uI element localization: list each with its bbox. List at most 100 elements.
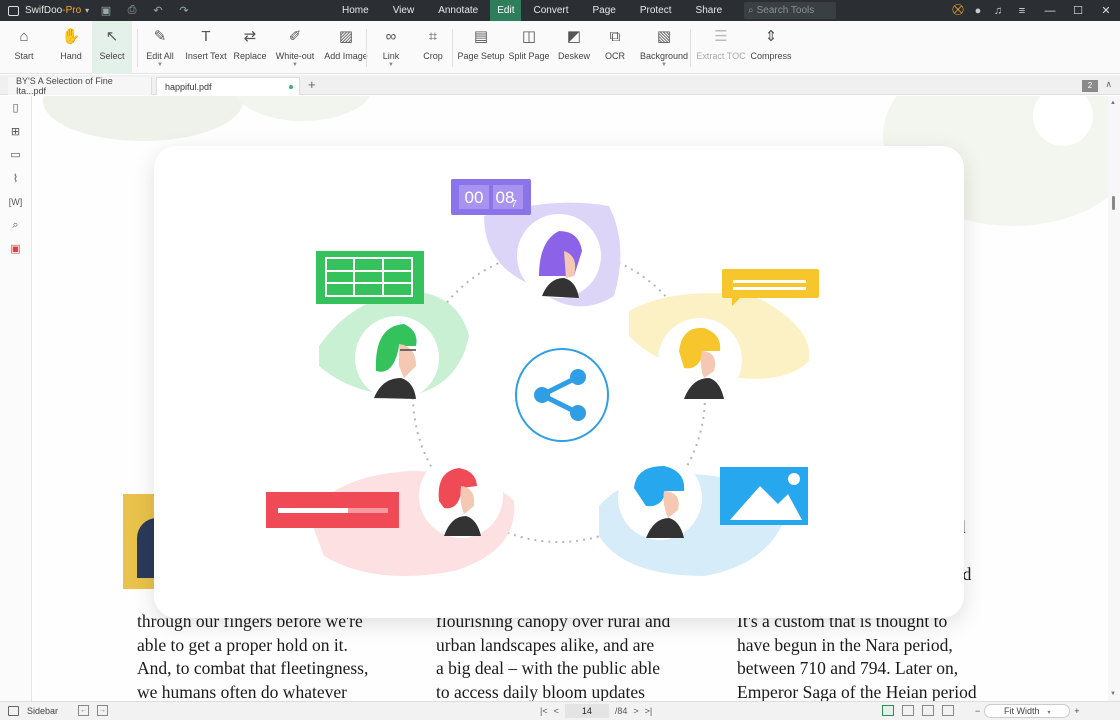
bookmark-icon[interactable]: ▯: [0, 96, 31, 120]
chevron-down-icon[interactable]: ▼: [292, 62, 298, 68]
next-view-icon[interactable]: →: [97, 705, 109, 716]
single-page-view-icon[interactable]: [882, 705, 894, 716]
menu-home[interactable]: Home: [330, 0, 381, 21]
new-tab-button[interactable]: +: [308, 77, 316, 92]
double-page-view-icon[interactable]: [902, 705, 914, 716]
progress-widget: [266, 492, 399, 528]
tab-label: BY'S A Selection of Fine Ita...pdf: [16, 76, 113, 96]
menu-convert[interactable]: Convert: [521, 0, 580, 21]
crop-button[interactable]: ⌗ Crop: [418, 21, 448, 74]
insert-text-button[interactable]: T Insert Text: [184, 21, 228, 74]
edit-all-button[interactable]: ✎ Edit All ▼: [142, 21, 178, 74]
total-pages: /84: [614, 706, 628, 716]
ocr-button[interactable]: ⧉ OCR: [600, 21, 630, 74]
chevron-down-icon[interactable]: ▼: [157, 62, 163, 68]
text-line: have begun in the Nara period,: [737, 634, 953, 655]
chevron-down-icon[interactable]: ▼: [388, 62, 394, 68]
search-icon[interactable]: ⌕: [0, 214, 31, 238]
menu-icon[interactable]: ≡: [1008, 5, 1036, 17]
text-line: to access daily bloom updates: [436, 681, 645, 702]
page-number-input[interactable]: 14: [564, 704, 609, 718]
chat-bubble-widget: [722, 269, 819, 306]
app-logo-icon: [8, 5, 19, 16]
maximize-icon[interactable]: ☐: [1064, 4, 1092, 17]
tab-document-1[interactable]: BY'S A Selection of Fine Ita...pdf: [8, 76, 152, 96]
start-button[interactable]: ⌂ Start: [8, 21, 40, 74]
bell-icon[interactable]: ♫: [988, 5, 1008, 17]
zoom-in-icon[interactable]: +: [1074, 706, 1079, 716]
comment-icon[interactable]: ▭: [0, 143, 31, 167]
split-page-button[interactable]: ◫ Split Page: [508, 21, 550, 74]
select-button[interactable]: ↖ Select: [92, 21, 132, 74]
last-page-icon[interactable]: >|: [645, 706, 653, 716]
vertical-scrollbar[interactable]: ▲ ▼: [1108, 96, 1120, 701]
text-column-3: It's a custom that is thought to have be…: [737, 610, 977, 701]
replace-button[interactable]: ⇄ Replace: [232, 21, 268, 74]
search-placeholder: Search Tools: [756, 5, 815, 16]
thumbnails-icon[interactable]: ⊞: [0, 120, 31, 144]
sidebar-label[interactable]: Sidebar: [27, 706, 58, 716]
previous-page-icon[interactable]: <: [554, 706, 559, 716]
menu-page[interactable]: Page: [580, 0, 627, 21]
avatar-top: [517, 214, 601, 298]
zoom-select[interactable]: Fit Width ▾: [984, 704, 1071, 718]
deskew-icon: ◩: [566, 28, 582, 45]
attachment-icon[interactable]: ⌇: [0, 167, 31, 191]
hand-button[interactable]: ✋ Hand: [55, 21, 87, 74]
menu-view[interactable]: View: [381, 0, 427, 21]
menu-share[interactable]: Share: [684, 0, 735, 21]
link-button[interactable]: ∞ Link ▼: [374, 21, 408, 74]
text-line: a big deal – with the public able: [436, 658, 661, 678]
background-button[interactable]: ▧ Background ▼: [638, 21, 690, 74]
gift-icon[interactable]: ▣: [0, 237, 31, 261]
avatar-bottom-left: [419, 454, 503, 538]
text-column-2: flourishing canopy over rural and urban …: [436, 610, 670, 701]
eraser-icon: ✐: [288, 28, 302, 45]
chevron-down-icon[interactable]: ▾: [85, 6, 89, 15]
continuous-view-icon[interactable]: [922, 705, 934, 716]
menu-annotate[interactable]: Annotate: [426, 0, 490, 21]
deskew-button[interactable]: ◩ Deskew: [557, 21, 591, 74]
first-page-icon[interactable]: |<: [540, 706, 548, 716]
menu-protect[interactable]: Protect: [628, 0, 684, 21]
page-setup-button[interactable]: ▤ Page Setup: [456, 21, 506, 74]
undo-icon[interactable]: ↶: [152, 4, 164, 17]
user-icon[interactable]: ●: [968, 5, 988, 17]
document-view[interactable]: ed ls, red through our fingers before we…: [33, 96, 1108, 701]
chevron-up-icon[interactable]: ∧: [1105, 79, 1112, 90]
chevron-down-icon[interactable]: ▼: [661, 62, 667, 68]
scroll-up-icon[interactable]: ▲: [1110, 100, 1116, 106]
word-icon[interactable]: [W]: [0, 190, 31, 214]
facing-view-icon[interactable]: [942, 705, 954, 716]
text-line: we humans often do whatever: [137, 681, 347, 702]
search-tools-input[interactable]: ⌕ Search Tools: [744, 2, 836, 19]
zoom-out-icon[interactable]: −: [975, 706, 980, 716]
redo-icon[interactable]: ↷: [178, 4, 190, 17]
scrollbar-thumb[interactable]: [1112, 196, 1115, 210]
save-icon[interactable]: ▣: [100, 4, 112, 17]
tab-document-2[interactable]: happiful.pdf: [156, 77, 300, 95]
scroll-down-icon[interactable]: ▼: [1110, 691, 1116, 697]
cart-icon[interactable]: ⛒: [948, 4, 968, 17]
compress-button[interactable]: ⇕ Compress: [748, 21, 794, 74]
ribbon-label: OCR: [605, 51, 625, 61]
close-icon[interactable]: ✕: [1092, 4, 1120, 17]
ribbon-label: Replace: [233, 51, 267, 61]
page-setup-icon: ▤: [473, 28, 489, 45]
compress-icon: ⇕: [764, 28, 778, 45]
add-image-button[interactable]: ▨ Add Image: [322, 21, 370, 74]
app-logo[interactable]: SwifDoo -Pro ▾: [0, 5, 100, 16]
ribbon-label: Deskew: [557, 51, 590, 61]
ribbon-label: Link: [382, 51, 400, 61]
minimize-icon[interactable]: —: [1036, 5, 1064, 17]
previous-view-icon[interactable]: ←: [78, 705, 90, 716]
print-icon[interactable]: ⎙: [126, 4, 138, 17]
next-page-icon[interactable]: >: [633, 706, 638, 716]
white-out-button[interactable]: ✐ White-out ▼: [273, 21, 317, 74]
extract-toc-button[interactable]: ☰ Extract TOC: [695, 21, 747, 74]
ribbon-label: Crop: [423, 51, 443, 61]
sidebar-toggle-icon[interactable]: [8, 705, 19, 716]
menu-edit[interactable]: Edit: [490, 0, 522, 21]
crop-icon: ⌗: [428, 27, 438, 45]
share-illustration-card: 00 08 7: [154, 146, 964, 618]
